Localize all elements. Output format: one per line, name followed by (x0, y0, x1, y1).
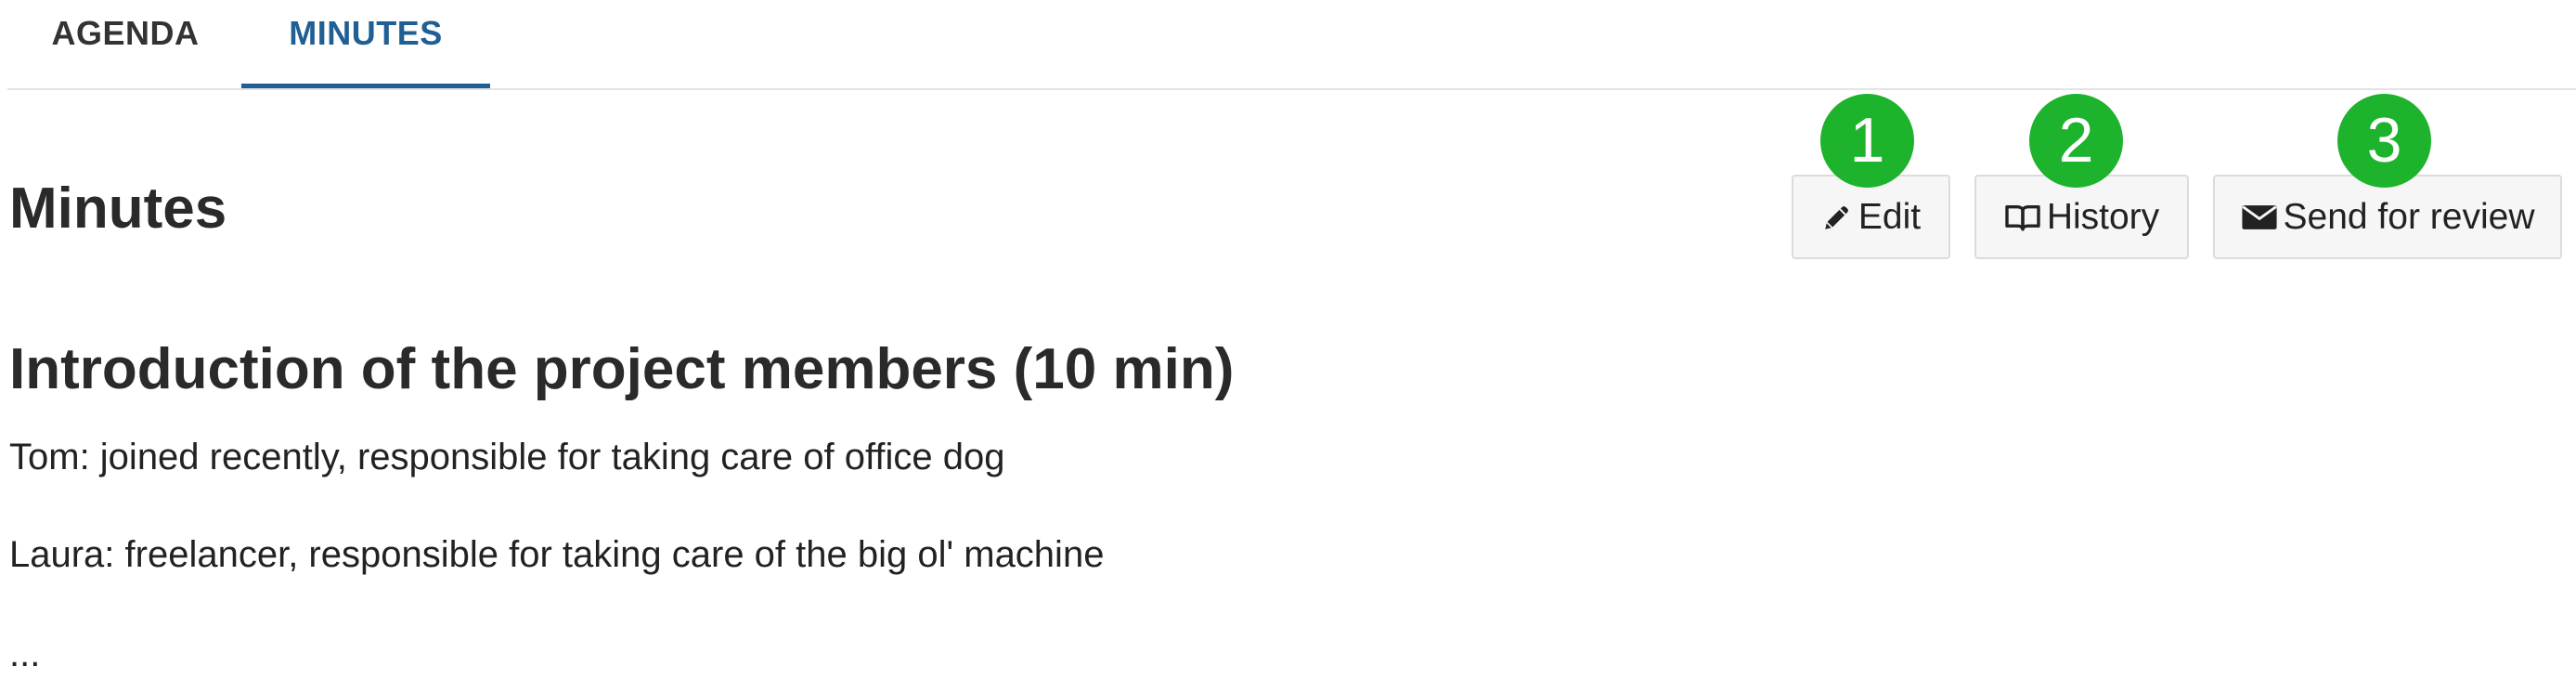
page-title: Minutes (9, 177, 227, 241)
envelope-icon (2241, 203, 2278, 231)
step-marker-2: 2 (2029, 94, 2123, 188)
history-button-label: History (2046, 196, 2160, 237)
book-icon (2004, 202, 2041, 233)
pencil-icon (1821, 202, 1853, 233)
minutes-paragraph: Tom: joined recently, responsible for ta… (9, 437, 1005, 477)
tab-bar: AGENDA MINUTES (7, 0, 2576, 90)
edit-button-label: Edit (1858, 196, 1922, 237)
tab-minutes[interactable]: MINUTES (241, 0, 490, 88)
minutes-paragraph: Laura: freelancer, responsible for takin… (9, 534, 1105, 575)
step-marker-1: 1 (1820, 94, 1914, 188)
section-heading: Introduction of the project members (10 … (9, 337, 1235, 401)
send-for-review-button-label: Send for review (2283, 196, 2535, 237)
tab-agenda[interactable]: AGENDA (7, 0, 243, 88)
step-marker-3: 3 (2337, 94, 2431, 188)
minutes-ellipsis: ... (9, 634, 41, 674)
